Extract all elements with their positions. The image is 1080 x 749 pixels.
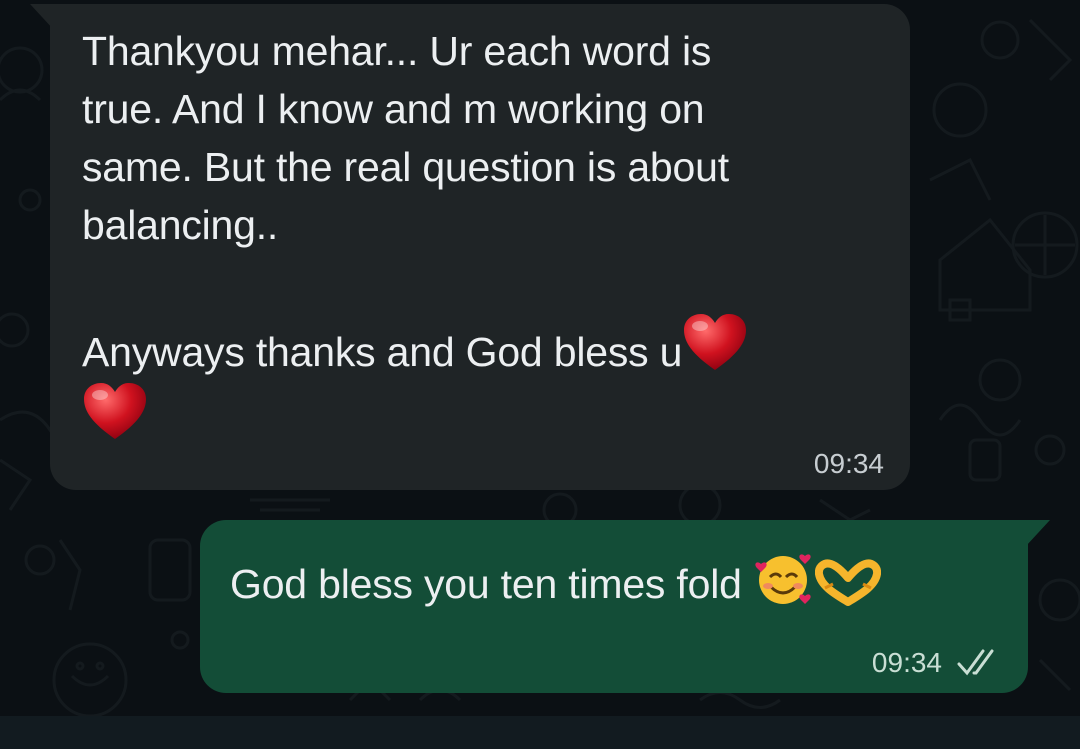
incoming-line-3: same. But the real question is about [82, 144, 729, 190]
bottom-input-bar [0, 716, 1080, 749]
incoming-message-bubble[interactable]: Thankyou mehar... Ur each word is true. … [50, 4, 910, 490]
smiling-face-with-hearts-icon [755, 554, 811, 604]
outgoing-message-text: God bless you ten times fold [230, 550, 1010, 613]
outgoing-message-body: God bless you ten times fold [230, 561, 742, 607]
outgoing-bubble-tail [1026, 520, 1050, 546]
chat-area: Thankyou mehar... Ur each word is true. … [0, 0, 1080, 720]
incoming-message-text: Thankyou mehar... Ur each word is true. … [82, 22, 882, 450]
incoming-line-5: Anyways thanks and God bless u [82, 329, 683, 375]
incoming-line-1: Thankyou mehar... Ur each word is [82, 28, 712, 74]
incoming-line-2: true. And I know and m working on [82, 86, 705, 132]
double-check-icon [957, 649, 994, 676]
incoming-line-4: balancing.. [82, 202, 279, 248]
outgoing-message-time: 09:34 [871, 647, 942, 678]
red-heart-icon [684, 314, 747, 370]
heart-hands-icon [814, 559, 881, 606]
outgoing-message-bubble[interactable]: God bless you ten times fold 09:34 [200, 520, 1028, 693]
red-heart-icon [84, 383, 146, 439]
incoming-message-time: 09:34 [813, 448, 884, 479]
